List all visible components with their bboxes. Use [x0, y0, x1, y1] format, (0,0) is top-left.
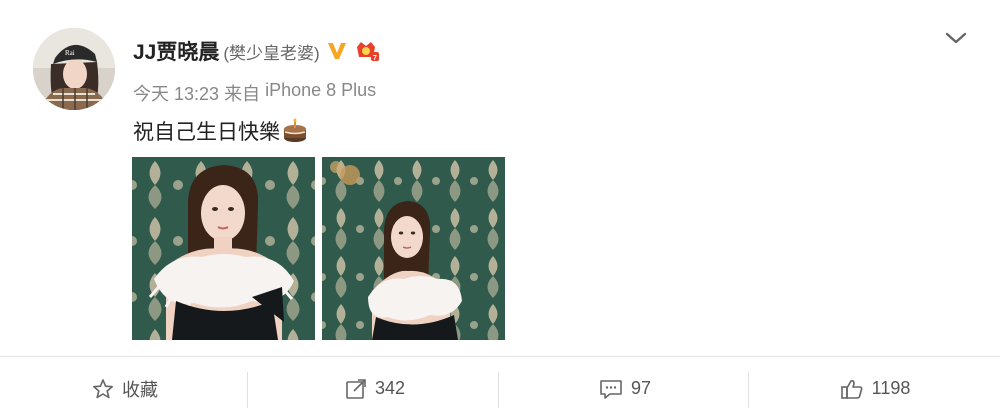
- vip-icon[interactable]: 7: [352, 39, 380, 63]
- user-remark: (樊少皇老婆): [223, 43, 320, 63]
- action-bar: 收藏 342 97 1198: [0, 357, 1000, 420]
- like-count: 1198: [871, 378, 911, 398]
- post-photo-1[interactable]: [132, 157, 315, 340]
- action-separator: [498, 372, 499, 408]
- star-icon: [93, 378, 113, 398]
- post-time[interactable]: 今天 13:23: [133, 80, 219, 106]
- thumbs-up-icon: [840, 379, 863, 399]
- post-photo-2[interactable]: [322, 157, 505, 340]
- user-name[interactable]: JJ贾晓晨: [133, 36, 219, 66]
- action-separator: [748, 372, 749, 408]
- post-text: 祝自己生日快樂: [133, 121, 280, 144]
- share-icon: [346, 378, 366, 399]
- weibo-post-card: Rai JJ贾晓晨 (樊少皇老婆) 7 今天 13:23 来自 iPhone 8…: [0, 0, 1000, 420]
- cake-emoji-icon: [282, 118, 308, 144]
- like-button[interactable]: 1198: [750, 357, 1000, 420]
- comment-icon: [600, 379, 622, 399]
- comment-button[interactable]: 97: [500, 357, 750, 420]
- svg-text:Rai: Rai: [65, 49, 75, 57]
- favorite-label: 收藏: [122, 379, 158, 400]
- action-separator: [247, 372, 248, 408]
- user-avatar[interactable]: Rai: [33, 28, 115, 110]
- source-prefix: 来自: [224, 84, 261, 104]
- repost-button[interactable]: 342: [250, 357, 500, 420]
- post-meta: 今天 13:23 来自 iPhone 8 Plus: [133, 80, 376, 106]
- post-device[interactable]: iPhone 8 Plus: [265, 80, 376, 106]
- chevron-down-icon[interactable]: [944, 28, 968, 48]
- favorite-button[interactable]: 收藏: [0, 357, 250, 420]
- svg-text:7: 7: [373, 55, 377, 62]
- comment-count: 97: [630, 378, 652, 398]
- user-name-row: JJ贾晓晨 (樊少皇老婆) 7: [133, 36, 380, 66]
- repost-count: 342: [374, 378, 406, 398]
- post-text-row: 祝自己生日快樂: [133, 116, 308, 146]
- verified-icon: [326, 40, 348, 62]
